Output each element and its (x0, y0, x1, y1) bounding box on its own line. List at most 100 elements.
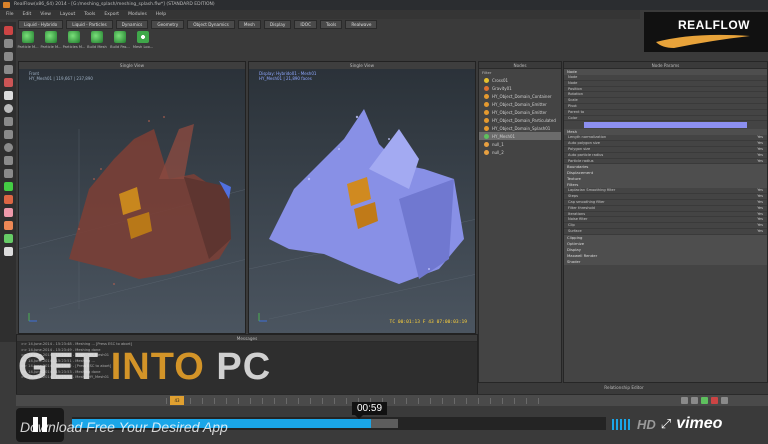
node-icon (484, 101, 489, 107)
nodes-filter-tab[interactable]: Filter (479, 69, 561, 76)
menu-export[interactable]: Export (104, 10, 119, 19)
mesh-tool-icon[interactable] (3, 208, 13, 217)
param-value[interactable]: Yes (757, 147, 763, 152)
param-row[interactable]: Color (564, 116, 767, 122)
move-tool-icon[interactable] (3, 39, 13, 48)
shelf-button-build-mesh[interactable]: Build Mesh (87, 31, 107, 53)
node-icon (484, 77, 489, 83)
param-value[interactable]: Yes (757, 153, 763, 158)
rotate-tool-icon[interactable] (3, 52, 13, 61)
param-value[interactable]: Yes (757, 217, 763, 222)
shelf-button-mesh-loop[interactable]: Mesh Loo... (133, 31, 153, 53)
shelf-button-build-pass[interactable]: Build Pas... (110, 31, 130, 53)
node-item[interactable]: HY_Object_Domain_Container (479, 92, 561, 100)
daemon-tool-icon[interactable] (3, 195, 13, 204)
param-value[interactable]: Yes (757, 223, 763, 228)
menu-edit[interactable]: Edit (23, 10, 32, 19)
camera-tool-icon[interactable] (3, 169, 13, 178)
node-params-panel: Node Params Node Node Node Position Rotatio… (563, 61, 768, 383)
menu-modules[interactable]: Modules (128, 10, 147, 19)
menu-tools[interactable]: Tools (84, 10, 95, 19)
param-value[interactable]: Yes (757, 229, 763, 234)
axis-gizmo-icon (28, 313, 37, 322)
emitter-tool-icon[interactable] (3, 182, 13, 191)
select-tool-icon[interactable] (3, 26, 13, 35)
torus-tool-icon[interactable] (3, 143, 13, 152)
node-icon (484, 125, 489, 131)
node-item-selected[interactable]: HY_Mesh01 (479, 132, 561, 140)
menu-file[interactable]: File (6, 10, 14, 19)
shelf-tab-geometry[interactable]: Geometry (151, 20, 185, 29)
node-item[interactable]: Gravity01 (479, 84, 561, 92)
shelf-tab-liquid-particles[interactable]: Liquid - Particles (66, 20, 113, 29)
particle-splash-render (19, 116, 245, 310)
mesh-color-swatch[interactable] (584, 122, 747, 129)
shelf-button-particle-mesh-2[interactable]: Particle M... (41, 31, 61, 53)
scale-tool-icon[interactable] (3, 65, 13, 74)
shelf-tab-realwave[interactable]: Realwave (345, 20, 378, 29)
param-value[interactable]: Yes (757, 212, 763, 217)
shelf-tab-liquid-hybrido[interactable]: Liquid - Hybrido (18, 20, 64, 29)
menu-help[interactable]: Help (156, 10, 166, 19)
fullscreen-icon[interactable]: ⤢ (661, 417, 671, 432)
param-value[interactable]: Yes (757, 194, 763, 199)
nodes-panel-title: Nodes (479, 62, 561, 69)
node-icon (484, 149, 489, 155)
shelf-tab-tools[interactable]: Tools (320, 20, 343, 29)
param-value[interactable]: Yes (757, 141, 763, 146)
mesh-shelf: Particle M... Particle M... Particles M.… (18, 31, 318, 53)
param-value[interactable]: Yes (757, 206, 763, 211)
mesh-node-icon (45, 31, 57, 43)
shelf-tabs: Liquid - Hybrido Liquid - Particles Dyna… (18, 20, 638, 29)
shelf-tab-mesh[interactable]: Mesh (237, 20, 261, 29)
menu-layout[interactable]: Layout (60, 10, 75, 19)
object-tool-icon[interactable] (3, 91, 13, 100)
node-item[interactable]: Cross01 (479, 76, 561, 84)
viewport-title: Single View (19, 62, 245, 69)
shelf-tab-dynamics[interactable]: Dynamics (115, 20, 149, 29)
cylinder-tool-icon[interactable] (3, 156, 13, 165)
node-item[interactable]: HY_Object_Domain_Emitter (479, 100, 561, 108)
overlay-caption: Download Free Your Desired App (20, 419, 228, 435)
hd-toggle[interactable]: HD (637, 417, 656, 432)
param-value[interactable]: Yes (757, 200, 763, 205)
volume-icon[interactable] (612, 418, 632, 430)
window-title: RealFlow(x86_64) 2014 - [G:/meshing_spla… (14, 2, 215, 7)
vimeo-logo[interactable]: vimeo (676, 415, 722, 433)
watermark-text: GET INTO PC (18, 346, 272, 388)
mesh-splash-render (249, 109, 475, 320)
shelf-button-particle-mesh-1[interactable]: Particle M... (18, 31, 38, 53)
shelf-tab-object-dynamics[interactable]: Object Dynamics (187, 20, 235, 29)
mesh-loop-icon (137, 31, 149, 43)
viewport-title: Single View (249, 62, 475, 69)
node-item[interactable]: HY_Object_Domain_Particulated (479, 116, 561, 124)
param-value[interactable]: Yes (757, 159, 763, 164)
shelf-tab-idoc[interactable]: IDOC (294, 20, 317, 29)
shelf-button-particles-mesh[interactable]: Particles M... (63, 31, 85, 53)
param-section-header[interactable]: Shader (564, 258, 767, 265)
shelf-tab-display[interactable]: Display (263, 20, 292, 29)
gravity-tool-icon[interactable] (3, 221, 13, 230)
param-value[interactable]: Yes (757, 135, 763, 140)
node-icon (484, 133, 489, 139)
cube-tool-icon[interactable] (3, 117, 13, 126)
node-item[interactable]: HY_Object_Domain_Emitter (479, 108, 561, 116)
link-tool-icon[interactable] (3, 78, 13, 87)
viewport-timecode: TC 00:01:13 F 43 07:00:03:19 (389, 320, 467, 325)
left-toolbox (0, 22, 16, 342)
relationship-editor-title: Relationship Editor (480, 384, 768, 392)
node-item[interactable]: null_2 (479, 148, 561, 156)
node-item[interactable]: HY_Object_Domain_Splash01 (479, 124, 561, 132)
viewport-perspective[interactable]: Single View Display: Hybrido01 - Mesh01 … (248, 61, 476, 334)
wave-tool-icon[interactable] (3, 234, 13, 243)
menu-view[interactable]: View (40, 10, 51, 19)
sphere-tool-icon[interactable] (3, 104, 13, 113)
mesh-node-icon (68, 31, 80, 43)
render-tool-icon[interactable] (3, 247, 13, 256)
time-tooltip: 00:59 (352, 402, 388, 419)
viewport-front[interactable]: Single View Front HY_Mesh01 | 119,667 | … (18, 61, 246, 334)
plane-tool-icon[interactable] (3, 130, 13, 139)
menu-bar: File Edit View Layout Tools Export Modul… (0, 10, 640, 19)
node-item[interactable]: null_1 (479, 140, 561, 148)
param-value[interactable]: Yes (757, 188, 763, 193)
